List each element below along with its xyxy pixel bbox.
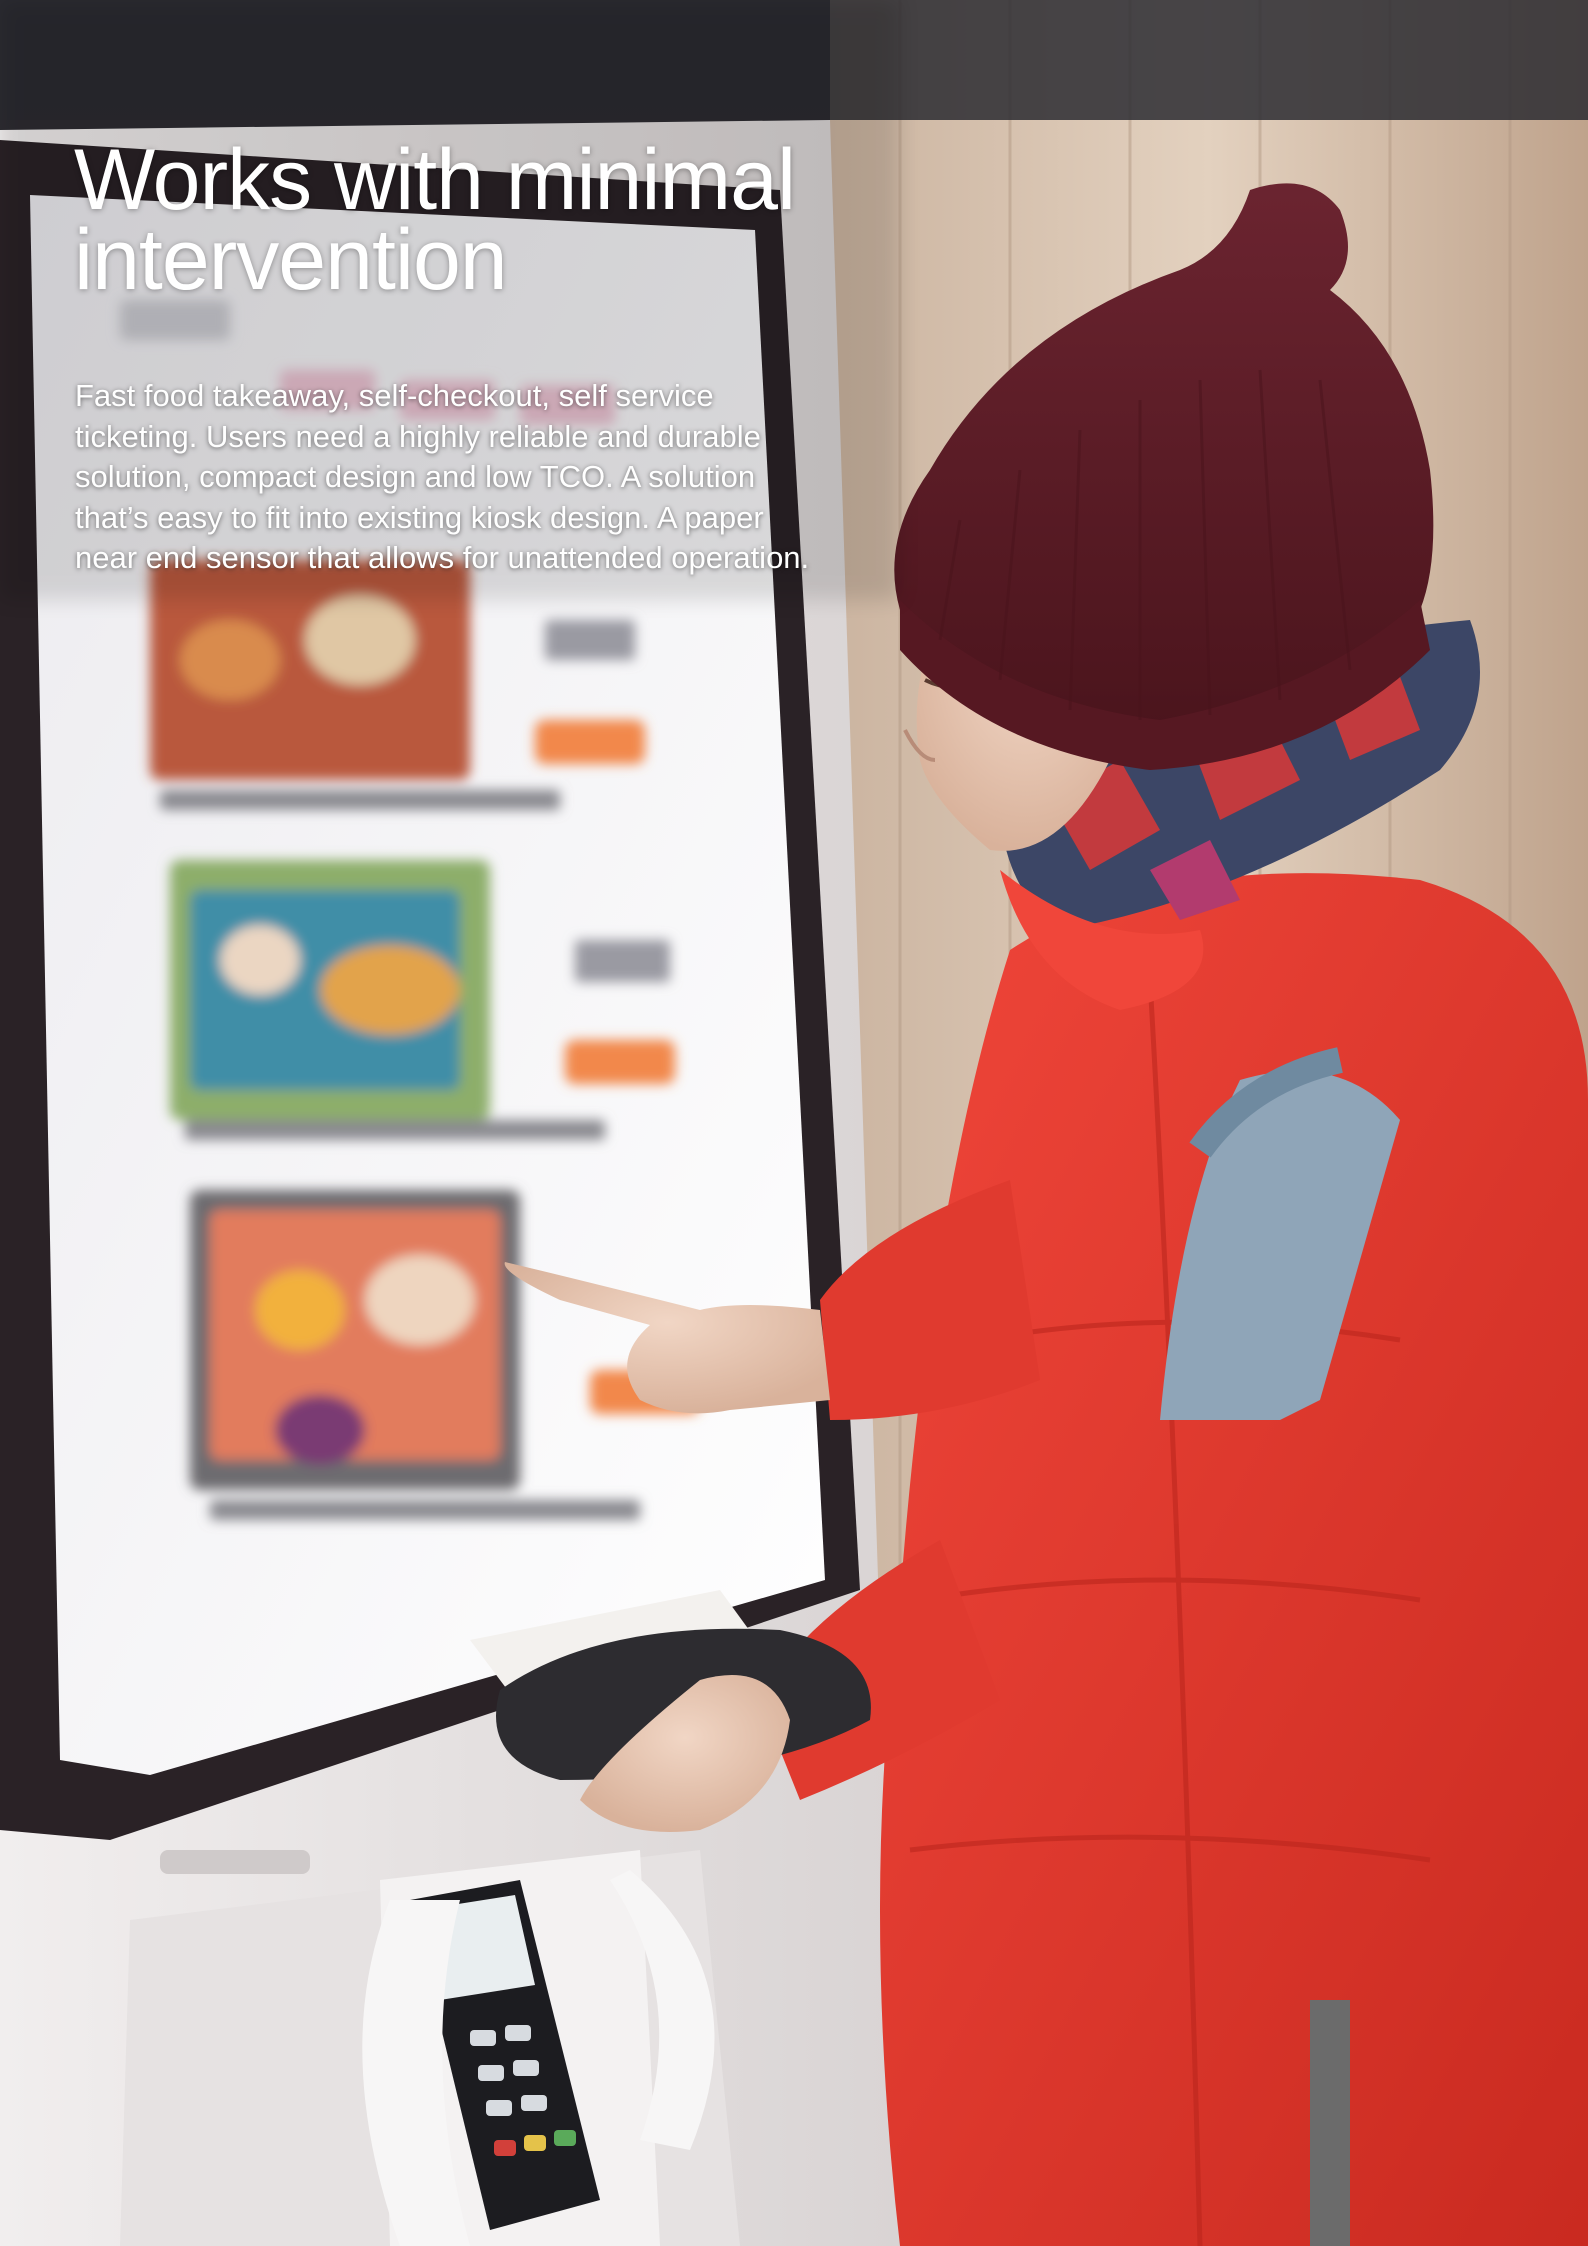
body-line-2: ticketing. Users need a highly reliable … [75,418,761,454]
body-line-5: near end sensor that allows for unattend… [75,540,810,575]
headline-line-1: Works with minimal [74,132,796,228]
headline: Works with minimal intervention [74,132,894,308]
body-line-3: solution, compact design and low TCO. A … [75,459,756,494]
body-line-1: Fast food takeaway, self-checkout, self … [75,378,714,413]
headline-line-2: intervention [74,212,508,308]
body-line-4: that’s easy to fit into existing kiosk d… [75,499,764,535]
page: Works with minimal intervention Fast foo… [0,0,1588,2246]
kiosk-photo [0,0,1588,2246]
body-copy: Fast food takeaway, self-checkout, self … [75,376,885,579]
